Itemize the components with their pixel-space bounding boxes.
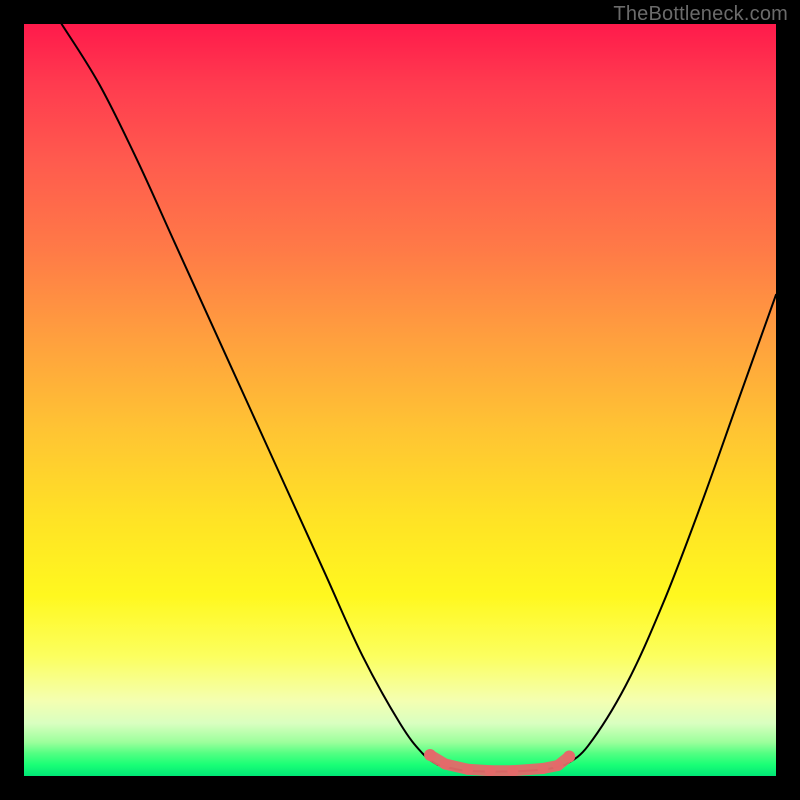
valley-marker-end [563,750,575,762]
valley-marker-end [424,749,436,761]
curve-layer [24,24,776,776]
series-left-branch [62,24,438,765]
series-right-branch [565,295,776,765]
plot-area [24,24,776,776]
marker-group [424,749,575,771]
chart-frame: TheBottleneck.com [0,0,800,800]
watermark-text: TheBottleneck.com [613,3,788,26]
curve-group [62,24,776,772]
